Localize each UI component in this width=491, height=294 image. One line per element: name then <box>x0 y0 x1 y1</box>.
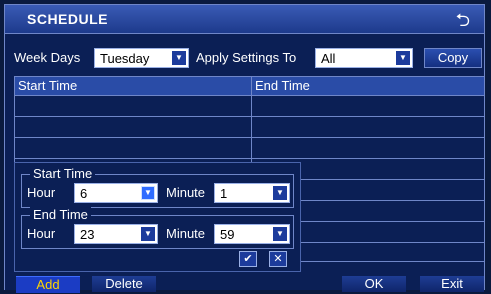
window-title: SCHEDULE <box>27 11 109 27</box>
week-day-value: Tuesday <box>100 51 150 66</box>
week-days-label: Week Days <box>14 50 81 65</box>
apply-settings-label: Apply Settings To <box>196 50 297 65</box>
start-time-group: Start Time Hour 6 ▼ Minute 1 ▼ <box>21 166 294 208</box>
chevron-down-icon: ▼ <box>273 227 287 241</box>
start-time-legend: Start Time <box>30 166 96 181</box>
cancel-icon[interactable]: ✕ <box>269 251 287 267</box>
copy-button[interactable]: Copy <box>424 48 482 68</box>
start-minute-select[interactable]: 1 ▼ <box>214 183 290 203</box>
delete-button[interactable]: Delete <box>92 276 156 292</box>
back-icon[interactable]: ⮌ <box>456 8 470 38</box>
chevron-down-icon: ▼ <box>172 51 186 65</box>
chevron-down-icon: ▼ <box>141 186 155 200</box>
add-button[interactable]: Add <box>16 276 80 293</box>
end-time-group: End Time Hour 23 ▼ Minute 59 ▼ <box>21 207 294 249</box>
title-bar: SCHEDULE ⮌ <box>5 5 484 34</box>
start-hour-value: 6 <box>80 186 88 201</box>
end-minute-value: 59 <box>220 227 235 242</box>
confirm-icon[interactable]: ✔ <box>239 251 257 267</box>
end-time-legend: End Time <box>30 207 91 222</box>
start-hour-label: Hour <box>27 185 56 200</box>
time-edit-popup: Start Time Hour 6 ▼ Minute 1 ▼ End Time … <box>14 162 301 272</box>
start-hour-select[interactable]: 6 ▼ <box>74 183 158 203</box>
apply-settings-value: All <box>321 51 336 66</box>
chevron-down-icon: ▼ <box>141 227 155 241</box>
chevron-down-icon: ▼ <box>396 51 410 65</box>
table-row[interactable] <box>15 96 484 117</box>
start-minute-value: 1 <box>220 186 228 201</box>
apply-settings-select[interactable]: All ▼ <box>315 48 413 68</box>
end-minute-label: Minute <box>166 226 206 241</box>
ok-button[interactable]: OK <box>342 276 406 292</box>
column-end-time: End Time <box>255 78 310 93</box>
exit-button[interactable]: Exit <box>420 276 484 292</box>
table-row[interactable] <box>15 117 484 138</box>
end-hour-value: 23 <box>80 227 95 242</box>
chevron-down-icon: ▼ <box>273 186 287 200</box>
table-row[interactable] <box>15 138 484 159</box>
column-start-time: Start Time <box>18 78 78 93</box>
week-day-select[interactable]: Tuesday ▼ <box>94 48 189 68</box>
end-hour-select[interactable]: 23 ▼ <box>74 224 158 244</box>
end-minute-select[interactable]: 59 ▼ <box>214 224 290 244</box>
end-hour-label: Hour <box>27 226 56 241</box>
table-header: Start Time End Time <box>15 77 484 96</box>
start-minute-label: Minute <box>166 185 206 200</box>
